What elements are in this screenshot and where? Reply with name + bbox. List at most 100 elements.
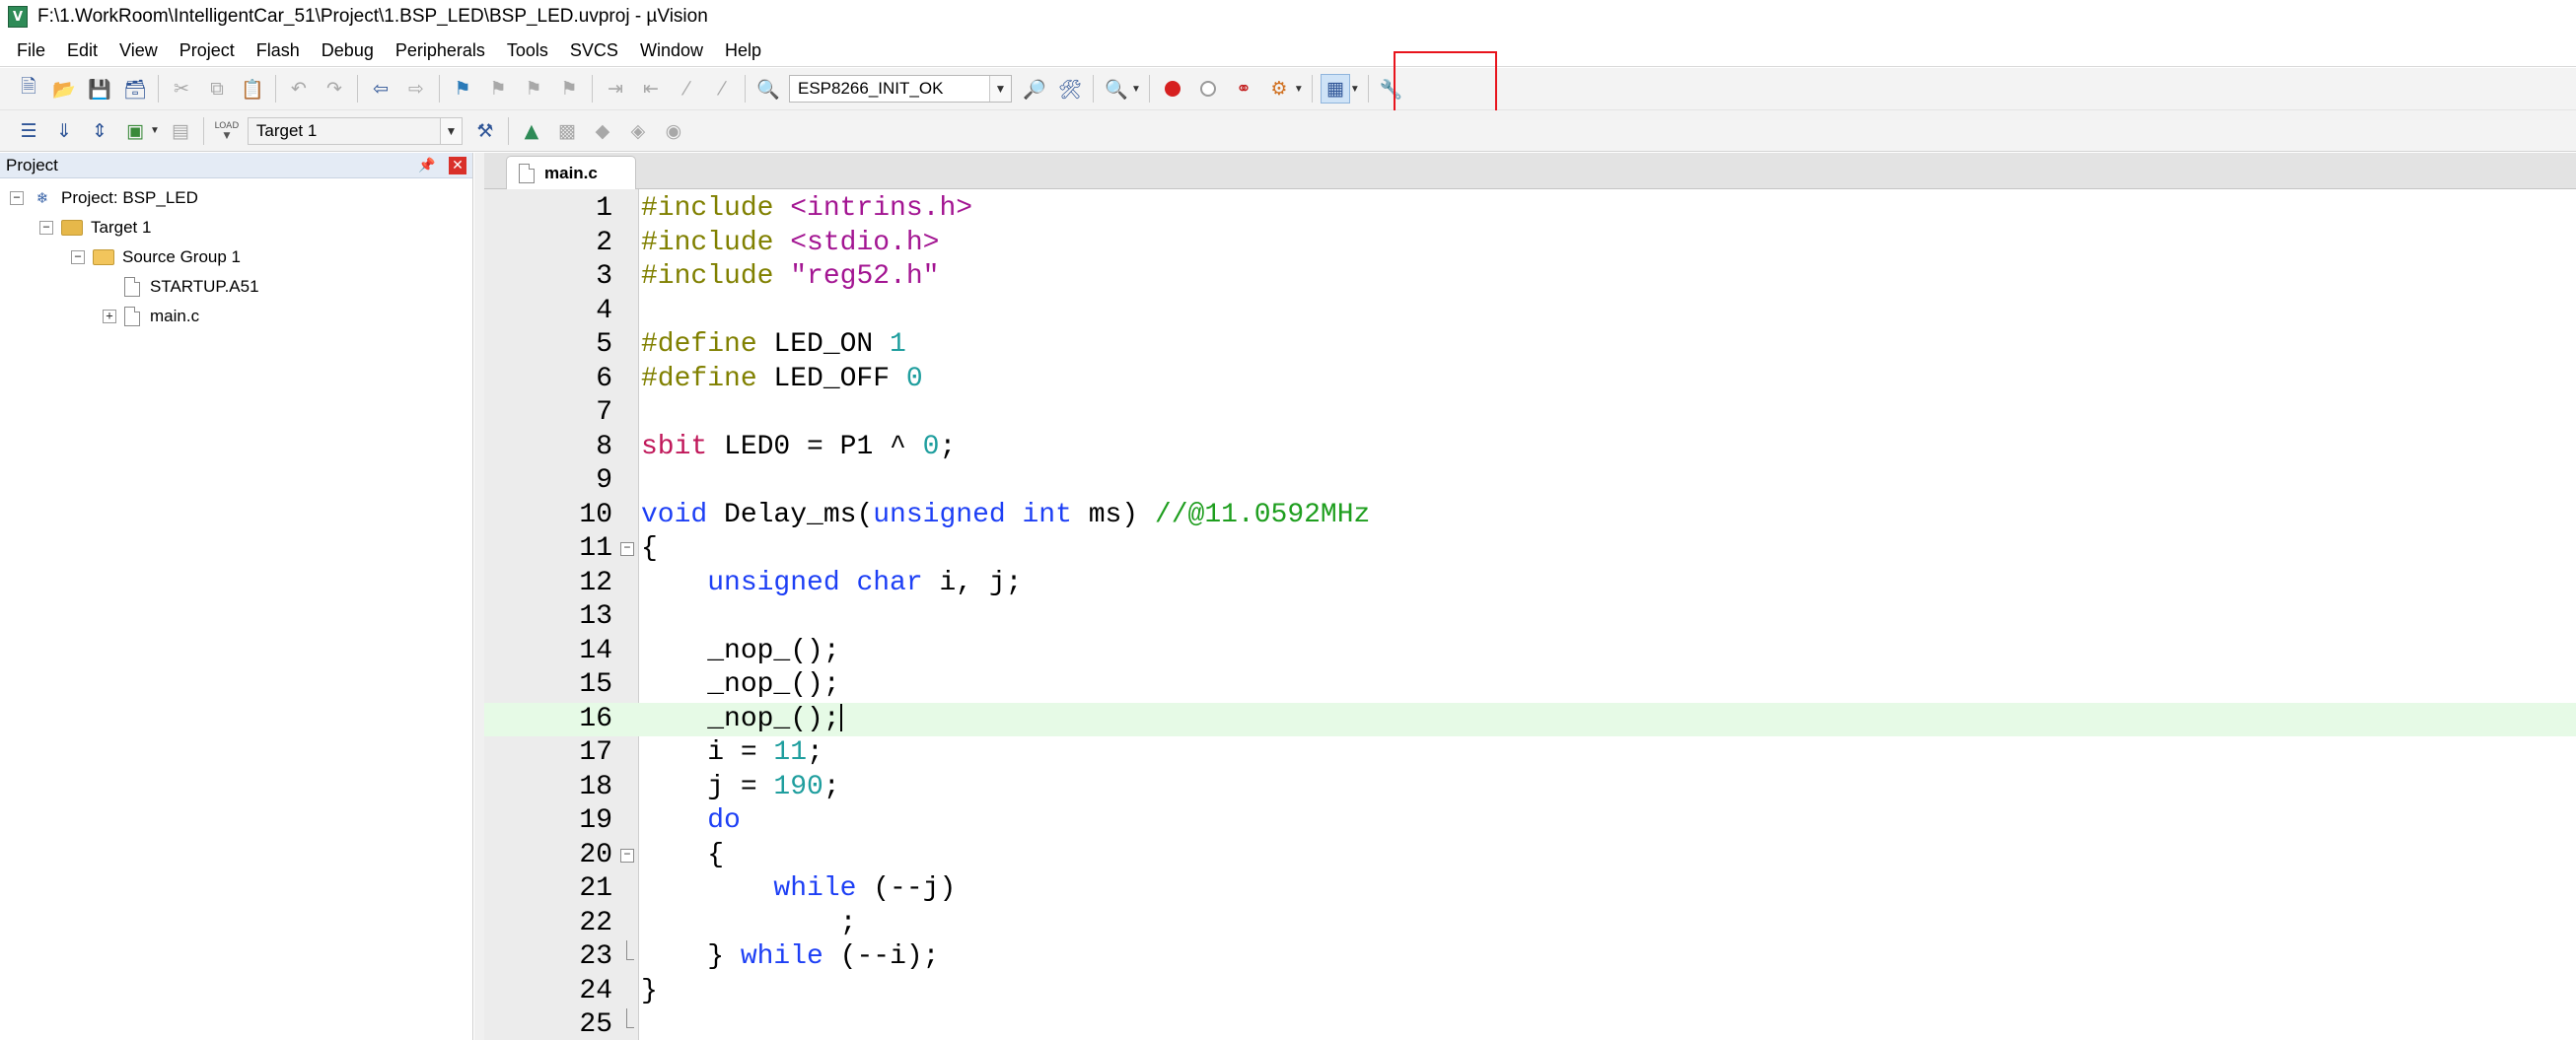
menu-peripherals[interactable]: Peripherals <box>385 35 496 65</box>
code-line[interactable]: 3 #include "reg52.h" <box>484 260 2576 295</box>
load-download-icon[interactable]: LOAD ▼ <box>212 116 242 146</box>
manage-runtime-icon[interactable]: ▩ <box>552 116 582 146</box>
code-line[interactable]: 18 j = 190; <box>484 771 2576 805</box>
save-icon[interactable]: 💾 <box>85 74 114 104</box>
tree-item-target[interactable]: − Target 1 <box>39 214 151 242</box>
code-line[interactable]: 5 #define LED_ON 1 <box>484 328 2576 363</box>
pin-icon[interactable]: 📌 <box>417 156 437 175</box>
find-in-files-icon[interactable]: 🔍 <box>753 74 783 104</box>
chevron-down-icon[interactable]: ▼ <box>1294 84 1304 95</box>
disable-breakpoint-icon[interactable] <box>1193 74 1223 104</box>
code-line[interactable]: 14 _nop_(); <box>484 635 2576 669</box>
copy-icon[interactable]: ⧉ <box>202 74 232 104</box>
code-editor[interactable]: 1 #include <intrins.h> 2 #include <stdio.h>… <box>484 189 2576 1040</box>
menu-project[interactable]: Project <box>169 35 246 65</box>
menu-tools[interactable]: Tools <box>496 35 559 65</box>
tree-item-file[interactable]: + main.c <box>103 303 199 330</box>
target-select[interactable]: Target 1 ▼ <box>247 116 463 145</box>
target-options-icon[interactable]: ⚒ <box>470 116 500 146</box>
window-layout-icon[interactable]: ▦ <box>1320 74 1350 104</box>
chevron-down-icon[interactable]: ▼ <box>150 125 160 136</box>
chevron-down-icon[interactable]: ▼ <box>439 117 462 144</box>
code-line[interactable]: 7 <box>484 396 2576 431</box>
translate-icon[interactable]: ☰ <box>14 116 43 146</box>
paste-icon[interactable]: 📋 <box>238 74 267 104</box>
menu-help[interactable]: Help <box>714 35 772 65</box>
navigate-back-icon[interactable]: ⇦ <box>366 74 395 104</box>
find-icon[interactable]: 🔎 <box>1020 74 1049 104</box>
panel-splitter[interactable] <box>474 153 484 1040</box>
code-line[interactable]: 12 unsigned char i, j; <box>484 567 2576 601</box>
expand-icon[interactable]: + <box>103 310 116 323</box>
menu-window[interactable]: Window <box>629 35 714 65</box>
close-icon[interactable]: ✕ <box>449 157 466 174</box>
indent-icon[interactable]: ⇥ <box>601 74 630 104</box>
code-line[interactable]: 17 i = 11; <box>484 736 2576 771</box>
undo-icon[interactable]: ↶ <box>284 74 314 104</box>
bookmark-icon[interactable]: ⚑ <box>448 74 477 104</box>
prev-bookmark-icon[interactable]: ⚑ <box>483 74 513 104</box>
collapse-icon[interactable]: − <box>39 221 53 235</box>
software-components-icon[interactable]: ◉ <box>659 116 688 146</box>
kill-all-breakpoints-icon[interactable]: ⚙ <box>1264 74 1294 104</box>
code-line[interactable]: 15 _nop_(); <box>484 668 2576 703</box>
code-line[interactable]: 8 sbit LED0 = P1 ^ 0; <box>484 431 2576 465</box>
code-line[interactable]: 25 <box>484 1008 2576 1040</box>
comment-icon[interactable]: ⁄ <box>672 74 701 104</box>
next-bookmark-icon[interactable]: ⚑ <box>519 74 548 104</box>
build-icon[interactable]: ⇓ <box>49 116 79 146</box>
code-line[interactable]: 10 void Delay_ms(unsigned int ms) //@11.0… <box>484 499 2576 533</box>
code-line[interactable]: 13 <box>484 600 2576 635</box>
chevron-down-icon[interactable]: ▼ <box>1350 84 1360 95</box>
breakpoint-icon[interactable] <box>1158 74 1187 104</box>
uncomment-icon[interactable]: ⁄ <box>707 74 737 104</box>
redo-icon[interactable]: ↷ <box>320 74 349 104</box>
code-line[interactable]: 23 } while (--i); <box>484 940 2576 975</box>
menu-flash[interactable]: Flash <box>246 35 311 65</box>
manage-project-items-icon[interactable]: ▲ <box>517 116 546 146</box>
pack-installer-icon[interactable]: ◈ <box>623 116 653 146</box>
collapse-icon[interactable]: − <box>10 191 24 205</box>
cut-icon[interactable]: ✂ <box>167 74 196 104</box>
code-line[interactable]: 20− { <box>484 839 2576 873</box>
menu-edit[interactable]: Edit <box>56 35 108 65</box>
debug-session-icon[interactable]: 🔍 <box>1102 74 1131 104</box>
kill-breakpoints-icon[interactable]: ⚭ <box>1229 74 1258 104</box>
navigate-forward-icon[interactable]: ⇨ <box>401 74 431 104</box>
code-line[interactable]: 24} <box>484 975 2576 1009</box>
config-select[interactable]: ESP8266_INIT_OK ▼ <box>789 75 1012 103</box>
code-line[interactable]: 1 #include <intrins.h> <box>484 192 2576 227</box>
unindent-icon[interactable]: ⇤ <box>636 74 666 104</box>
tree-item-project[interactable]: − ❄ Project: BSP_LED <box>10 184 198 212</box>
chevron-down-icon[interactable]: ▼ <box>1131 84 1141 95</box>
code-line[interactable]: 11−{ <box>484 532 2576 567</box>
tab-main-c[interactable]: main.c <box>506 156 636 189</box>
menu-file[interactable]: File <box>6 35 56 65</box>
select-packs-icon[interactable]: ◆ <box>588 116 617 146</box>
stop-build-icon[interactable]: ▤ <box>166 116 195 146</box>
code-line[interactable]: 9 <box>484 464 2576 499</box>
tree-item-source-group[interactable]: − Source Group 1 <box>71 243 241 271</box>
code-line[interactable]: 22 ; <box>484 907 2576 941</box>
code-line[interactable]: 19 do <box>484 804 2576 839</box>
code-line[interactable]: 2 #include <stdio.h> <box>484 227 2576 261</box>
open-folder-icon[interactable]: 📂 <box>49 74 79 104</box>
menu-debug[interactable]: Debug <box>311 35 385 65</box>
code-line[interactable]: 16 _nop_(); <box>484 702 2576 736</box>
fold-collapse-icon[interactable]: − <box>620 848 634 863</box>
code-line[interactable]: 21 while (--j) <box>484 872 2576 907</box>
collapse-icon[interactable]: − <box>71 250 85 264</box>
chevron-down-icon[interactable]: ▼ <box>989 76 1011 102</box>
fold-collapse-icon[interactable]: − <box>620 542 634 556</box>
save-all-icon[interactable]: 🗃 <box>120 74 150 104</box>
code-line[interactable]: 6 #define LED_OFF 0 <box>484 363 2576 397</box>
batch-build-icon[interactable]: ▣ <box>120 116 150 146</box>
rebuild-icon[interactable]: ⇕ <box>85 116 114 146</box>
new-file-icon[interactable]: 🗎 <box>14 74 43 104</box>
incremental-find-icon[interactable]: 🛠 <box>1055 74 1085 104</box>
menu-svcs[interactable]: SVCS <box>559 35 629 65</box>
code-line[interactable]: 4 <box>484 295 2576 329</box>
tree-item-file[interactable]: STARTUP.A51 <box>124 273 259 301</box>
clear-bookmarks-icon[interactable]: ⚑ <box>554 74 584 104</box>
menu-view[interactable]: View <box>108 35 169 65</box>
